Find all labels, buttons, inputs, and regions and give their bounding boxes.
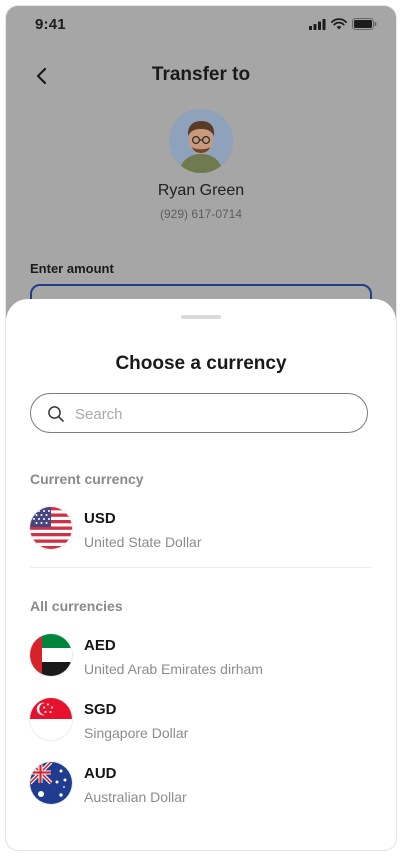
australia-flag-icon — [30, 762, 72, 804]
status-time: 9:41 — [35, 16, 66, 33]
currency-code: AUD — [84, 765, 117, 782]
uae-flag-icon — [30, 634, 72, 676]
singapore-flag-icon — [30, 698, 72, 740]
status-bar: 9:41 — [6, 6, 396, 46]
amount-label: Enter amount — [30, 261, 114, 276]
currency-row-aed[interactable]: AED United Arab Emirates dirham — [30, 634, 372, 678]
recipient-name: Ryan Green — [157, 182, 245, 199]
sheet-grabber[interactable] — [181, 315, 221, 319]
status-icons — [309, 18, 377, 30]
wifi-icon — [331, 18, 347, 30]
currency-bottom-sheet: Choose a currency Current currency — [6, 299, 396, 850]
currency-row-sgd[interactable]: SGD Singapore Dollar — [30, 698, 372, 742]
search-input[interactable] — [73, 395, 357, 433]
phone-screen: 9:41 Transfer to Ryan Green (929) 617-07… — [6, 6, 396, 850]
avatar — [169, 109, 233, 173]
currency-row-aud[interactable]: AUD Australian Dollar — [30, 762, 372, 806]
currency-code: AED — [84, 637, 116, 654]
search-icon — [48, 406, 64, 422]
currency-code: USD — [84, 510, 116, 527]
currency-name: United Arab Emirates dirham — [84, 661, 263, 677]
us-flag-icon — [30, 507, 72, 549]
currency-name: Singapore Dollar — [84, 725, 189, 741]
current-currency-label: Current currency — [30, 471, 144, 487]
cellular-signal-icon — [309, 18, 326, 30]
currency-name: Australian Dollar — [84, 789, 187, 805]
search-box[interactable] — [30, 393, 368, 433]
currency-code: SGD — [84, 701, 117, 718]
page-title: Transfer to — [151, 64, 251, 85]
battery-icon — [352, 18, 377, 30]
currency-row-usd[interactable]: USD United State Dollar — [30, 507, 372, 551]
currency-name: United State Dollar — [84, 534, 202, 550]
header: Transfer to — [6, 54, 396, 98]
recipient-phone: (929) 617-0714 — [159, 207, 243, 221]
all-currencies-label: All currencies — [30, 598, 123, 614]
section-divider — [30, 567, 372, 568]
sheet-title: Choose a currency — [115, 353, 287, 374]
